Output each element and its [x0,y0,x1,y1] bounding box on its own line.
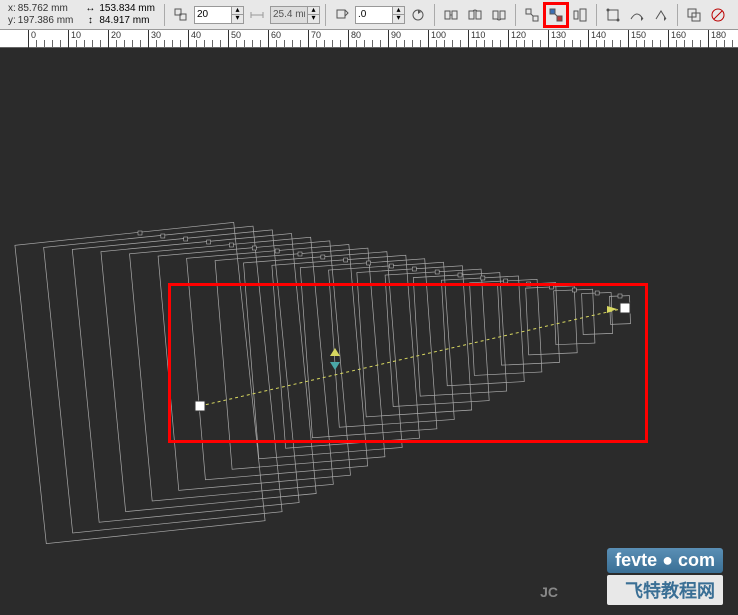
blend-steps-field[interactable] [195,9,231,20]
size-readout: ↔ 153.834 mm ↕ 84.917 mm [79,3,159,26]
loop-rotation-icon[interactable] [407,4,429,26]
more-options-btn[interactable] [650,4,672,26]
ruler-tick: 80 [348,30,361,48]
copy-blend-btn[interactable] [683,4,705,26]
rotation-input[interactable]: ▴ ▾ [355,6,405,24]
blend-steps-label-icon [170,4,192,26]
spacing-field [271,9,307,20]
drawing-canvas[interactable]: JC fevte ● com 飞特教程网 [0,48,738,615]
rotation-label-icon [331,4,353,26]
separator [596,4,597,26]
ruler-tick: 50 [228,30,241,48]
ruler-tick: 30 [148,30,161,48]
ruler-tick: 60 [268,30,281,48]
blend-size-btn[interactable] [569,4,591,26]
watermark-tagline: 飞特教程网 [607,575,723,605]
separator [515,4,516,26]
clockwise-blend-btn[interactable] [464,4,486,26]
property-bar: x: 85.762 mm y: 197.386 mm ↔ 153.834 mm … [0,0,738,30]
y-value: 197.386 mm [18,15,74,26]
watermark-brand-left: fevte [615,550,657,570]
watermark-code: JC [540,584,558,600]
start-end-btn[interactable] [602,4,624,26]
ruler-tick: 0 [28,30,36,48]
separator [677,4,678,26]
x-label: x: [8,3,16,14]
ruler-tick: 10 [68,30,81,48]
direct-blend-btn[interactable] [440,4,462,26]
ruler-tick: 40 [188,30,201,48]
horizontal-ruler: 0102030405060708090100110120130140150160… [0,30,738,48]
color-accel-btn[interactable] [545,4,567,26]
position-readout: x: 85.762 mm y: 197.386 mm [4,3,77,26]
blend-spacing-input: ▴ ▾ [270,6,320,24]
ruler-tick: 90 [388,30,401,48]
counterclockwise-blend-btn[interactable] [488,4,510,26]
x-value: 85.762 mm [18,3,68,14]
width-value: 153.834 mm [99,3,155,14]
ruler-tick: 70 [308,30,321,48]
height-value: 84.917 mm [99,15,149,26]
watermark-brand-right: com [678,550,715,570]
path-properties-btn[interactable] [626,4,648,26]
object-accel-btn[interactable] [521,4,543,26]
separator [434,4,435,26]
ruler-tick: 20 [108,30,121,48]
rotation-down[interactable]: ▾ [392,15,404,23]
rotation-field[interactable] [356,9,392,20]
spacing-down: ▾ [307,15,319,23]
width-icon: ↔ [83,4,97,14]
clear-blend-btn[interactable] [707,4,729,26]
separator [164,4,165,26]
steps-down[interactable]: ▾ [231,15,243,23]
watermark: fevte ● com 飞特教程网 [607,548,723,605]
blend-steps-input[interactable]: ▴ ▾ [194,6,244,24]
height-icon: ↕ [83,16,97,26]
separator [325,4,326,26]
y-label: y: [8,15,16,26]
blend-object[interactable] [0,48,738,615]
spacing-label-icon [246,4,268,26]
